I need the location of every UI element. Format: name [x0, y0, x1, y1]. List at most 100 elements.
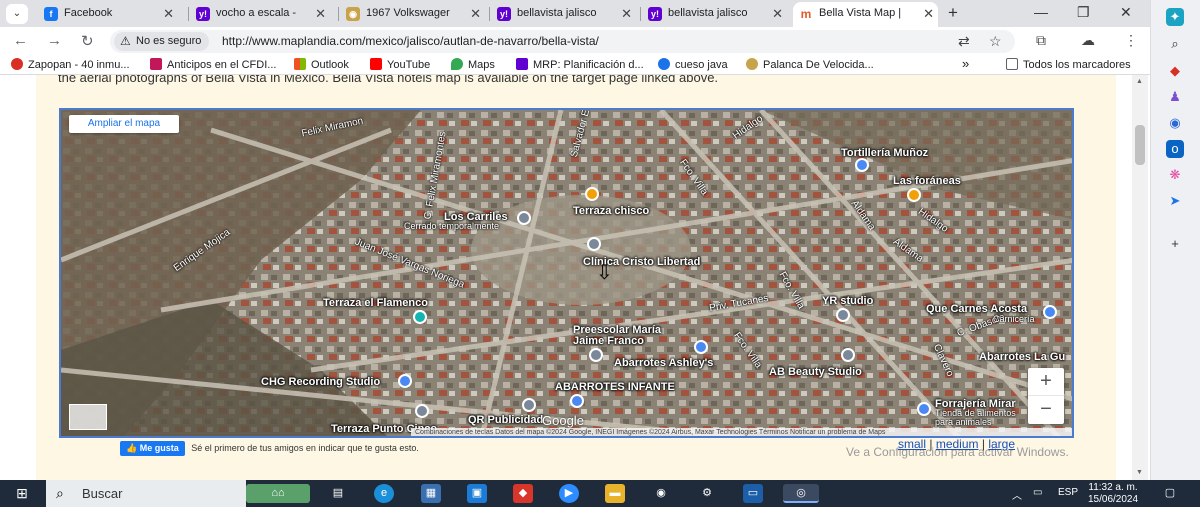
notifications-icon[interactable]: ▢ — [1160, 484, 1180, 503]
chrome-icon[interactable]: ◎ — [783, 484, 819, 503]
street-view-toggle[interactable] — [69, 404, 107, 430]
place-label[interactable]: ABARROTES INFANTE — [555, 381, 675, 393]
settings-icon[interactable]: ⚙ — [697, 484, 717, 503]
car-app-icon[interactable]: ◉ — [651, 484, 671, 503]
church-pin-icon[interactable] — [587, 237, 601, 251]
copilot-icon[interactable]: ✦ — [1166, 8, 1184, 26]
bookmarks-overflow-button[interactable]: » — [962, 56, 969, 71]
edge-icon[interactable]: e — [374, 484, 394, 503]
bookmark-star-icon[interactable]: ☆ — [989, 33, 1002, 50]
bookmark-outlook[interactable]: Outlook — [294, 58, 349, 71]
windows-start-icon[interactable]: ⊞ — [12, 484, 32, 503]
place-pin-icon[interactable] — [841, 348, 855, 362]
reload-icon[interactable]: ↻ — [81, 32, 94, 50]
place-label[interactable]: Tortillería Muñoz — [841, 147, 928, 159]
restore-icon[interactable]: ❐ — [1077, 4, 1090, 21]
place-pin-icon[interactable] — [517, 211, 531, 225]
games-icon[interactable]: ◉ — [1166, 114, 1184, 132]
place-label[interactable]: AB Beauty Studio — [769, 366, 862, 378]
scroll-up-icon[interactable]: ▲ — [1136, 78, 1143, 85]
size-large-link[interactable]: large — [988, 437, 1015, 451]
place-label[interactable]: Terraza el Flamenco — [323, 297, 428, 309]
zoom-app-icon[interactable]: ▶ — [559, 484, 579, 503]
display-icon[interactable]: ▭ — [1033, 487, 1042, 498]
store-pin-icon[interactable] — [917, 402, 931, 416]
place-pin-icon[interactable] — [415, 404, 429, 418]
store-pin-icon[interactable] — [570, 394, 584, 408]
search-highlight-icon[interactable]: ⌂⌂ — [246, 484, 310, 503]
new-tab-button[interactable]: + — [948, 3, 958, 23]
page-scrollbar[interactable]: ▲ ▼ — [1132, 75, 1148, 480]
outlook-icon[interactable]: o — [1166, 140, 1184, 158]
enlarge-map-button[interactable]: Ampliar el mapa — [69, 115, 179, 133]
bookmark-maps[interactable]: Maps — [451, 58, 495, 71]
tab-facebook[interactable]: f Facebook ✕ — [38, 2, 178, 27]
bookmark-cueso-java[interactable]: cueso java — [658, 58, 728, 71]
people-icon[interactable]: ♟ — [1166, 88, 1184, 106]
place-label[interactable]: Abarrotes La Gu — [979, 351, 1065, 363]
close-icon[interactable]: ✕ — [315, 2, 326, 25]
bar-pin-icon[interactable] — [907, 188, 921, 202]
send-icon[interactable]: ➤ — [1166, 192, 1184, 210]
forward-icon[interactable]: → — [47, 32, 62, 49]
size-small-link[interactable]: small — [898, 437, 926, 451]
tab-bellavista-2[interactable]: y! bellavista jalisco ✕ — [642, 2, 787, 27]
add-icon[interactable]: + — [1166, 235, 1184, 253]
bar-pin-icon[interactable] — [585, 187, 599, 201]
tab-volkswagen[interactable]: ◉ 1967 Volkswager ✕ — [340, 2, 485, 27]
place-label[interactable]: Las foráneas — [893, 175, 961, 187]
url-text[interactable]: http://www.maplandia.com/mexico/jalisco/… — [222, 34, 599, 48]
store-pin-icon[interactable] — [694, 340, 708, 354]
search-icon[interactable]: ⌕ — [1166, 35, 1184, 53]
back-icon[interactable]: ← — [13, 32, 28, 49]
zoom-in-button[interactable]: + — [1028, 368, 1064, 396]
satellite-map[interactable]: Ampliar el mapa Felix Miramon C. Felix M… — [59, 108, 1074, 438]
close-icon[interactable]: ✕ — [923, 2, 934, 25]
all-bookmarks[interactable]: Todos los marcadores — [1006, 58, 1131, 71]
place-pin-icon[interactable] — [836, 308, 850, 322]
tab-vocho[interactable]: y! vocho a escala - ✕ — [190, 2, 330, 27]
bookmark-palanca[interactable]: Palanca De Velocida... — [746, 58, 874, 71]
tab-bella-vista-map[interactable]: m Bella Vista Map | ✕ — [793, 2, 938, 27]
taskbar-search[interactable]: ⌕ Buscar — [46, 480, 246, 507]
store-icon[interactable]: ▣ — [467, 484, 487, 503]
store-pin-icon[interactable] — [1043, 305, 1057, 319]
store-pin-icon[interactable] — [855, 158, 869, 172]
tab-bellavista-1[interactable]: y! bellavista jalisco ✕ — [491, 2, 636, 27]
close-icon[interactable]: ✕ — [163, 2, 174, 25]
like-button[interactable]: 👍 Me gusta — [120, 441, 185, 456]
minimize-icon[interactable]: — — [1034, 4, 1048, 20]
translate-icon[interactable]: ⇄ — [958, 33, 970, 50]
menu-icon[interactable]: ⋮ — [1124, 32, 1138, 49]
close-icon[interactable]: ✕ — [470, 2, 481, 25]
zoom-out-button[interactable]: − — [1028, 396, 1064, 424]
window-close-icon[interactable]: ✕ — [1120, 4, 1132, 21]
bookmark-youtube[interactable]: YouTube — [370, 58, 430, 71]
scroll-thumb[interactable] — [1135, 125, 1145, 165]
place-label[interactable]: Jaime Franco — [573, 335, 644, 347]
school-pin-icon[interactable] — [589, 348, 603, 362]
bookmark-mrp[interactable]: MRP: Planificación d... — [516, 58, 644, 71]
bookmark-zapopan[interactable]: Zapopan - 40 inmu... — [11, 58, 130, 71]
studio-pin-icon[interactable] — [398, 374, 412, 388]
language-indicator[interactable]: ESP — [1058, 487, 1078, 498]
place-label[interactable]: QR Publicidad — [468, 414, 543, 426]
bookmark-anticipos[interactable]: Anticipos en el CFDI... — [150, 58, 276, 71]
scroll-down-icon[interactable]: ▼ — [1136, 469, 1143, 476]
shopping-icon[interactable]: ◆ — [1166, 62, 1184, 80]
omnibox[interactable]: ⚠ No es seguro http://www.maplandia.com/… — [110, 30, 1015, 53]
tray-chevron-icon[interactable]: ︿ — [1012, 487, 1022, 502]
place-label[interactable]: Abarrotes Ashley's — [614, 357, 713, 369]
task-view-icon[interactable]: ▤ — [328, 484, 348, 503]
size-medium-link[interactable]: medium — [936, 437, 979, 451]
place-label[interactable]: CHG Recording Studio — [261, 376, 380, 388]
designer-icon[interactable]: ❋ — [1166, 166, 1184, 184]
system-clock[interactable]: 11:32 a. m. 15/06/2024 — [1088, 482, 1138, 506]
place-pin-icon[interactable] — [522, 398, 536, 412]
extensions-icon[interactable]: ⧉ — [1036, 32, 1046, 49]
window-app-icon[interactable]: ▭ — [743, 484, 763, 503]
close-icon[interactable]: ✕ — [772, 2, 783, 25]
file-explorer-icon[interactable]: ▬ — [605, 484, 625, 503]
tab-search-chevron-icon[interactable]: ⌄ — [6, 4, 28, 24]
place-label[interactable]: Terraza chisco — [573, 205, 649, 217]
